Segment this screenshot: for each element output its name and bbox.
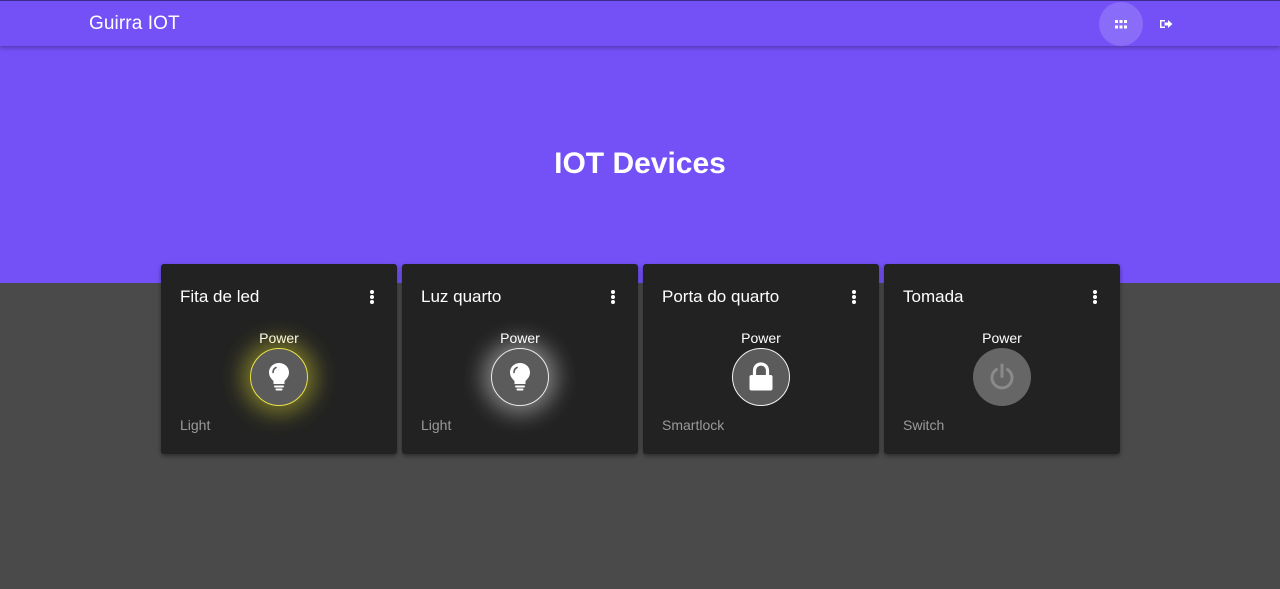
power-label: Power [741, 330, 781, 346]
device-name: Fita de led [180, 287, 260, 306]
power-toggle-button[interactable] [250, 348, 308, 406]
more-vert-icon[interactable] [849, 288, 859, 306]
logout-button[interactable] [1144, 2, 1188, 46]
more-vert-icon[interactable] [367, 288, 377, 306]
device-card-luz-quarto: Luz quarto Power Light [402, 264, 638, 454]
device-card-porta-do-quarto: Porta do quarto Power Smartlock [643, 264, 879, 454]
app-title: Guirra IOT [89, 13, 180, 34]
more-vert-icon[interactable] [1090, 288, 1100, 306]
lock-toggle-button[interactable] [732, 348, 790, 406]
device-type: Light [180, 417, 211, 433]
logout-icon [1160, 20, 1173, 28]
lightbulb-icon [269, 363, 289, 391]
apps-button[interactable] [1099, 2, 1143, 46]
device-name: Luz quarto [421, 287, 502, 306]
device-name: Tomada [903, 287, 964, 306]
device-card-tomada: Tomada Power Switch [884, 264, 1120, 454]
device-type: Smartlock [662, 417, 725, 433]
device-type: Light [421, 417, 452, 433]
power-label: Power [500, 330, 540, 346]
power-label: Power [259, 330, 299, 346]
more-vert-icon[interactable] [608, 288, 618, 306]
lightbulb-icon [510, 363, 530, 391]
lock-icon [749, 362, 773, 391]
page-title: IOT Devices [554, 147, 726, 180]
power-label: Power [982, 330, 1022, 346]
device-type: Switch [903, 417, 945, 433]
power-toggle-button[interactable] [973, 348, 1031, 406]
device-name: Porta do quarto [662, 287, 780, 306]
power-toggle-button[interactable] [491, 348, 549, 406]
power-icon [990, 363, 1014, 390]
app-bar: Guirra IOT [0, 0, 1280, 46]
apps-grid-icon [1115, 19, 1127, 28]
device-card-fita-de-led: Fita de led Power Light [161, 264, 397, 454]
hero-banner: IOT Devices [0, 46, 1280, 283]
